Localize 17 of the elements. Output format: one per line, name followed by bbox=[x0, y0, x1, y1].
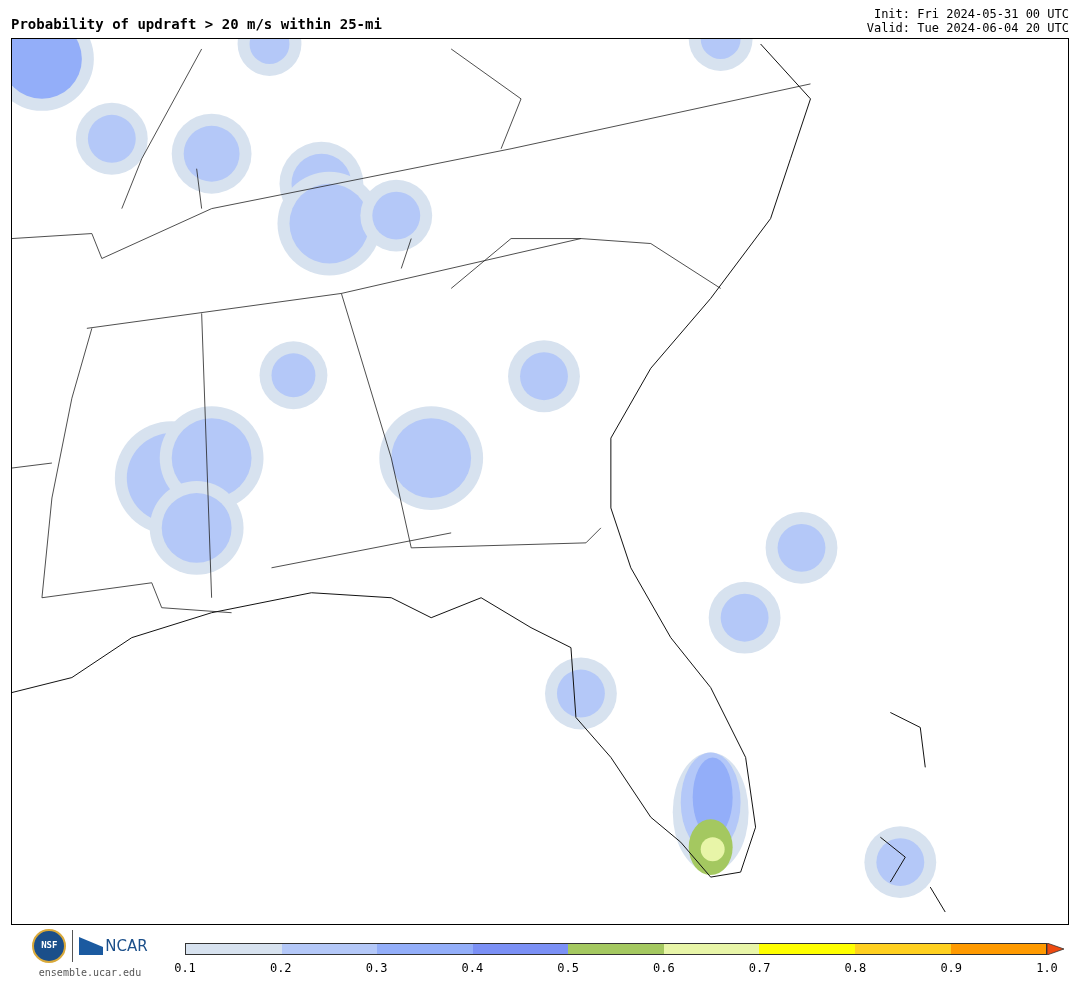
valid-time: Valid: Tue 2024-06-04 20 UTC bbox=[866, 21, 1069, 35]
init-time: Init: Fri 2024-05-31 00 UTC bbox=[873, 7, 1069, 21]
colorbar-tick-label: 0.8 bbox=[844, 960, 867, 977]
colorbar-tick-label: 1.0 bbox=[1036, 960, 1058, 977]
ncar-logo: NCAR bbox=[105, 935, 148, 957]
colorbar-tick-label: 0.9 bbox=[940, 960, 963, 977]
colorbar-tick-label: 0.3 bbox=[365, 960, 388, 977]
colorbar-tick-label: 0.4 bbox=[461, 960, 484, 977]
colorbar-tick-label: 0.2 bbox=[269, 960, 292, 977]
colorbar-tick-label: 0.7 bbox=[748, 960, 771, 977]
colorbar-tick-label: 0.6 bbox=[653, 960, 675, 977]
map-title: Probability of updraft > 20 m/s within 25-mi bbox=[11, 15, 382, 34]
ncar-mark-icon bbox=[79, 937, 104, 955]
site-url: ensemble.ucar.edu bbox=[38, 966, 142, 980]
colorbar-tick-label: 0.5 bbox=[557, 960, 579, 977]
colorbar-tick-label: 0.1 bbox=[174, 960, 196, 977]
nsf-logo: NSF bbox=[32, 929, 67, 963]
